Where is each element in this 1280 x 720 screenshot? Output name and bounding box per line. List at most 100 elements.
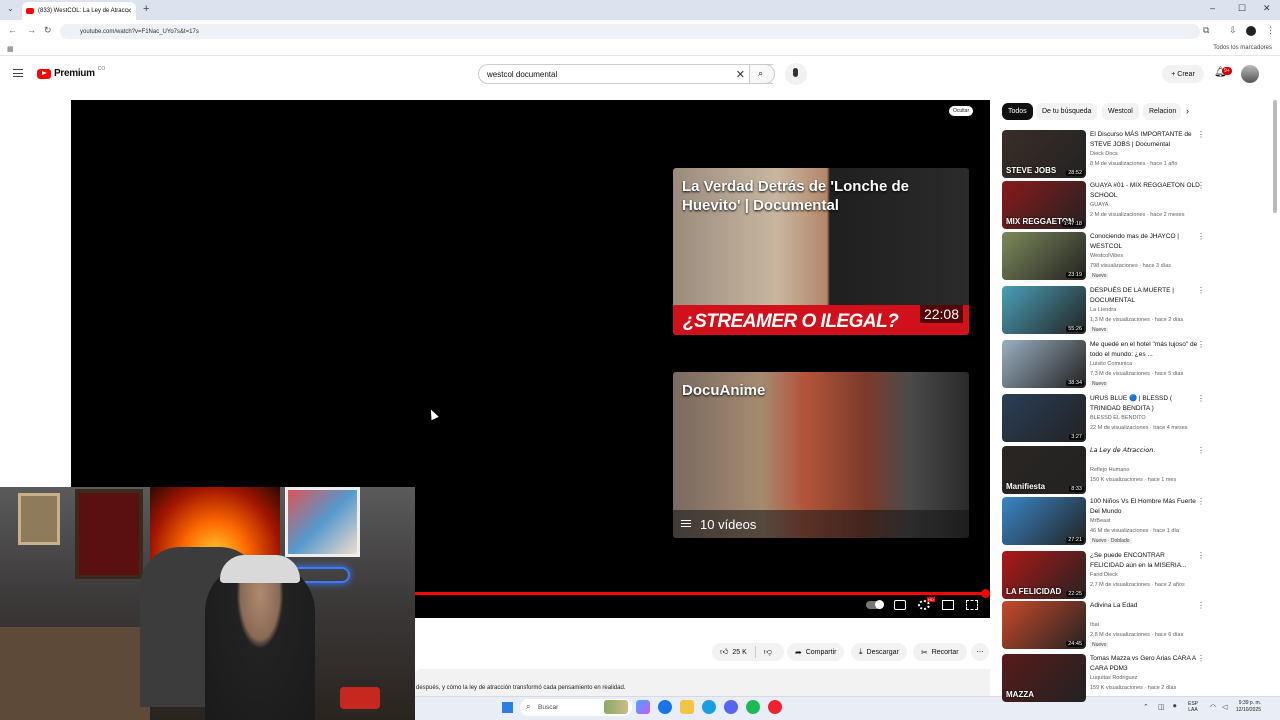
file-explorer-icon[interactable]	[680, 700, 694, 714]
recommendation-item[interactable]: 24:45 Adivina La Edad Ibai 2,8 M de visuali…	[1002, 601, 1205, 649]
hide-endscreen-button[interactable]: Ocultar	[949, 106, 974, 116]
close-window-icon[interactable]: ✕	[1263, 3, 1271, 14]
keyboard-language[interactable]: ESP LAA	[1188, 701, 1198, 713]
endscreen-playlist-card[interactable]: DocuAnime 10 vídeos	[673, 372, 969, 538]
share-button[interactable]: ➦ Compartir	[787, 643, 845, 661]
recommendation-channel[interactable]: La Lìendra	[1090, 307, 1116, 313]
recommendation-thumbnail[interactable]: MIX REGGAETON 1:47:18	[1002, 181, 1086, 229]
search-input[interactable]: westcol documental ✕	[478, 64, 773, 84]
recommendation-channel[interactable]: Reflejo Humano	[1090, 467, 1129, 473]
profile-icon[interactable]	[1246, 26, 1256, 36]
recommendation-menu-icon[interactable]: ⋮	[1197, 551, 1205, 560]
back-icon[interactable]: ←	[8, 25, 17, 35]
chrome-icon[interactable]	[658, 700, 672, 714]
all-bookmarks-folder[interactable]: Todos los marcadores	[1213, 45, 1272, 51]
recommendation-menu-icon[interactable]: ⋮	[1197, 130, 1205, 139]
minimize-icon[interactable]: –	[1210, 3, 1215, 13]
close-tab-icon[interactable]: ✕	[126, 7, 132, 15]
download-button[interactable]: ⤓ Descargar	[851, 643, 907, 661]
recommendation-channel[interactable]: Ibai	[1090, 622, 1099, 628]
autoplay-toggle[interactable]	[866, 600, 884, 609]
recommendation-menu-icon[interactable]: ⋮	[1197, 497, 1205, 506]
chip-relacionados[interactable]: Relacion	[1143, 103, 1181, 120]
edge-icon[interactable]	[702, 700, 716, 714]
recommendation-channel[interactable]: Dieck Docs	[1090, 151, 1118, 157]
browser-tab-active[interactable]: (833) WestCOL: La Ley de Atracc ✕	[22, 2, 136, 20]
recommendation-thumbnail[interactable]: 24:45	[1002, 601, 1086, 649]
chip-todos[interactable]: Todos	[1002, 103, 1033, 120]
recommendation-channel[interactable]: Luisito Comunica	[1090, 361, 1132, 367]
recommendation-item[interactable]: MAZZA Tomas Mazza vs Gero Arias CARA A CA…	[1002, 654, 1205, 702]
recommendation-item[interactable]: 38:34 Me quedé en el hotel "más lujoso" d…	[1002, 340, 1205, 388]
chip-westcol[interactable]: Westcol	[1102, 103, 1139, 120]
recommendation-thumbnail[interactable]: 38:34	[1002, 340, 1086, 388]
maximize-icon[interactable]: ☐	[1238, 3, 1246, 14]
endscreen-video-card[interactable]: La Verdad Detrás de 'Lonche de Huevito' …	[673, 168, 969, 335]
theater-mode-icon[interactable]	[942, 600, 954, 610]
recommendation-menu-icon[interactable]: ⋮	[1197, 181, 1205, 190]
like-dislike-group[interactable]: 👍︎ 25 K 👎︎	[712, 643, 784, 661]
spotify-icon[interactable]	[746, 700, 760, 714]
recommendation-channel[interactable]: MrBeast	[1090, 518, 1110, 524]
chips-next-icon[interactable]: ›	[1186, 106, 1189, 116]
dislike-icon[interactable]: 👎︎	[764, 647, 772, 657]
description-box[interactable]	[415, 669, 990, 696]
windows-start-icon[interactable]	[502, 702, 513, 713]
recommendation-channel[interactable]: WestcolVibes	[1090, 253, 1123, 259]
recommendation-menu-icon[interactable]: ⋮	[1197, 601, 1205, 610]
taskbar-widget-icon[interactable]	[604, 700, 628, 714]
recommendation-item[interactable]: 3:27 URUS BLUE 🔵 | BLESSD ( TRINIDAD BEND…	[1002, 394, 1205, 442]
recommendation-item[interactable]: 27:21 100 Niños Vs El Hombre Más Fuerte D…	[1002, 497, 1205, 545]
recommendation-item[interactable]: Manifiesta 8:33 𝘓𝘢 𝘓𝘦𝘺 𝘥𝘦 𝘈𝘵𝘳𝘢𝘤𝘤𝘪𝘰𝘯. Reflej…	[1002, 446, 1205, 494]
recommendation-item[interactable]: MIX REGGAETON 1:47:18 GUAYA #01 - MIX REGG…	[1002, 181, 1205, 229]
recommendation-item[interactable]: 23:19 Conociendo mas de JHAYCO | WESTCOL W…	[1002, 232, 1205, 280]
tray-chevron-icon[interactable]: ⌃	[1143, 703, 1149, 711]
app-icon[interactable]	[768, 700, 782, 714]
recommendation-menu-icon[interactable]: ⋮	[1197, 340, 1205, 349]
tab-search-icon[interactable]: ⌄	[7, 4, 14, 13]
forward-icon[interactable]: →	[27, 25, 36, 35]
recommendation-channel[interactable]: BLESSD EL BENDITO	[1090, 415, 1146, 421]
recommendation-item[interactable]: 55:26 DESPUÉS DE LA MUERTE | DOCUMENTAL La…	[1002, 286, 1205, 334]
recommendation-item[interactable]: STEVE JOBS 28:52 El Discurso MÁS IMPORTANT…	[1002, 130, 1205, 178]
recommendation-thumbnail[interactable]: 55:26	[1002, 286, 1086, 334]
browser-menu-icon[interactable]: ⋮	[1266, 25, 1275, 36]
more-actions-button[interactable]: ⋯	[971, 643, 989, 661]
address-bar[interactable]: youtube.com/watch?v=F1Nac_UYo7s&t=17s	[60, 24, 1200, 39]
volume-icon[interactable]: ◁	[1222, 703, 1227, 711]
clip-button[interactable]: ✂ Recortar	[913, 643, 967, 661]
recommendation-menu-icon[interactable]: ⋮	[1197, 446, 1205, 455]
recommendation-channel[interactable]: GUAYA	[1090, 202, 1108, 208]
recommendation-thumbnail[interactable]: 23:19	[1002, 232, 1086, 280]
recommendation-menu-icon[interactable]: ⋮	[1197, 232, 1205, 241]
progress-scrubber-handle[interactable]	[981, 589, 990, 598]
new-tab-icon[interactable]: +	[143, 3, 149, 15]
youtube-premium-logo[interactable]: Premium CO	[37, 66, 105, 79]
chip-de-tu-busqueda[interactable]: De tu búsqueda	[1036, 103, 1098, 120]
taskbar-clock[interactable]: 9:39 p. m. 12/10/2025	[1236, 700, 1261, 714]
discord-icon[interactable]	[724, 700, 738, 714]
downloads-icon[interactable]: ⇩	[1229, 25, 1237, 36]
recommendation-channel[interactable]: Luquitas Rodriguez	[1090, 675, 1137, 681]
wifi-icon[interactable]: ◠	[1210, 703, 1216, 711]
recommendation-channel[interactable]: Farid Dieck	[1090, 572, 1118, 578]
tray-mic-icon[interactable]: ⏺	[1173, 703, 1177, 711]
recommendation-thumbnail[interactable]: 27:21	[1002, 497, 1086, 545]
hamburger-menu-icon[interactable]	[13, 69, 23, 77]
recommendation-thumbnail[interactable]: Manifiesta 8:33	[1002, 446, 1086, 494]
apps-icon[interactable]: ▦	[7, 45, 14, 53]
reload-icon[interactable]: ↻	[44, 25, 52, 36]
page-scrollbar[interactable]	[1273, 100, 1277, 213]
fullscreen-icon[interactable]	[966, 600, 978, 610]
recommendation-item[interactable]: LA FELICIDAD 22:25 ¿Se puede ENCONTRAR FEL…	[1002, 551, 1205, 599]
progress-bar[interactable]	[415, 592, 987, 595]
recommendation-thumbnail[interactable]: LA FELICIDAD 22:25	[1002, 551, 1086, 599]
recommendation-menu-icon[interactable]: ⋮	[1197, 394, 1205, 403]
account-avatar[interactable]	[1241, 65, 1259, 83]
clear-search-icon[interactable]: ✕	[736, 68, 745, 81]
recommendation-thumbnail[interactable]: MAZZA	[1002, 654, 1086, 702]
recommendation-menu-icon[interactable]: ⋮	[1197, 286, 1205, 295]
copilot-icon[interactable]	[636, 700, 650, 714]
extensions-icon[interactable]: ⧉	[1203, 25, 1209, 36]
like-icon[interactable]: 👍︎	[720, 647, 728, 657]
